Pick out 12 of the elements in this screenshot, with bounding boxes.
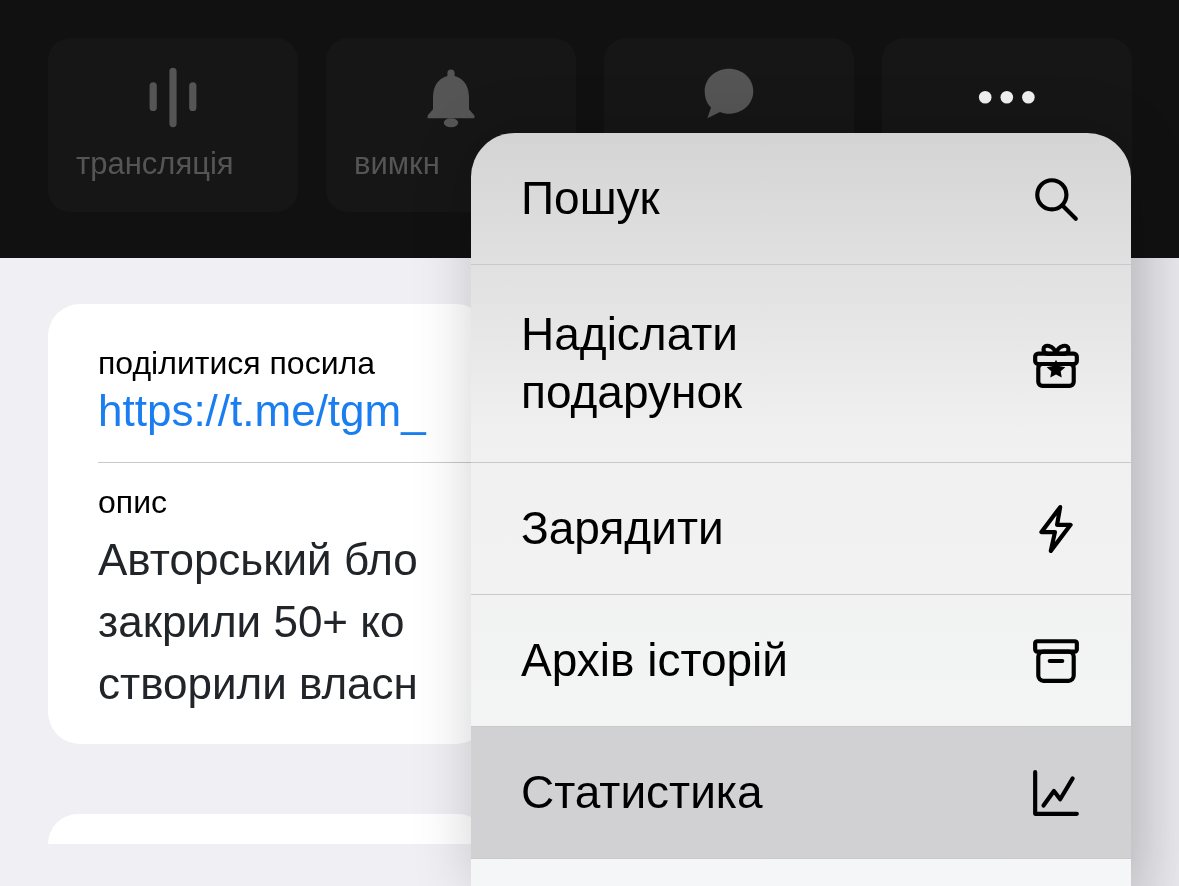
field-label: поділитися посила [98,344,376,383]
menu-item[interactable]: Статистика [471,727,1131,859]
more-icon [978,90,1036,105]
field-label: опис [98,482,168,521]
share-link[interactable]: https://t.me/tgm_ [98,382,426,440]
tile-label: трансляція [76,145,234,183]
menu-item[interactable]: Зарядити [471,463,1131,595]
menu-item[interactable]: Надіслати подарунок [471,265,1131,463]
description-text: Авторський бло закрили 50+ ко створили власн [98,533,419,710]
menu-item[interactable]: Пошук [471,133,1131,265]
line-chart-icon [1031,767,1081,818]
tile-label: вимкн [354,145,440,183]
